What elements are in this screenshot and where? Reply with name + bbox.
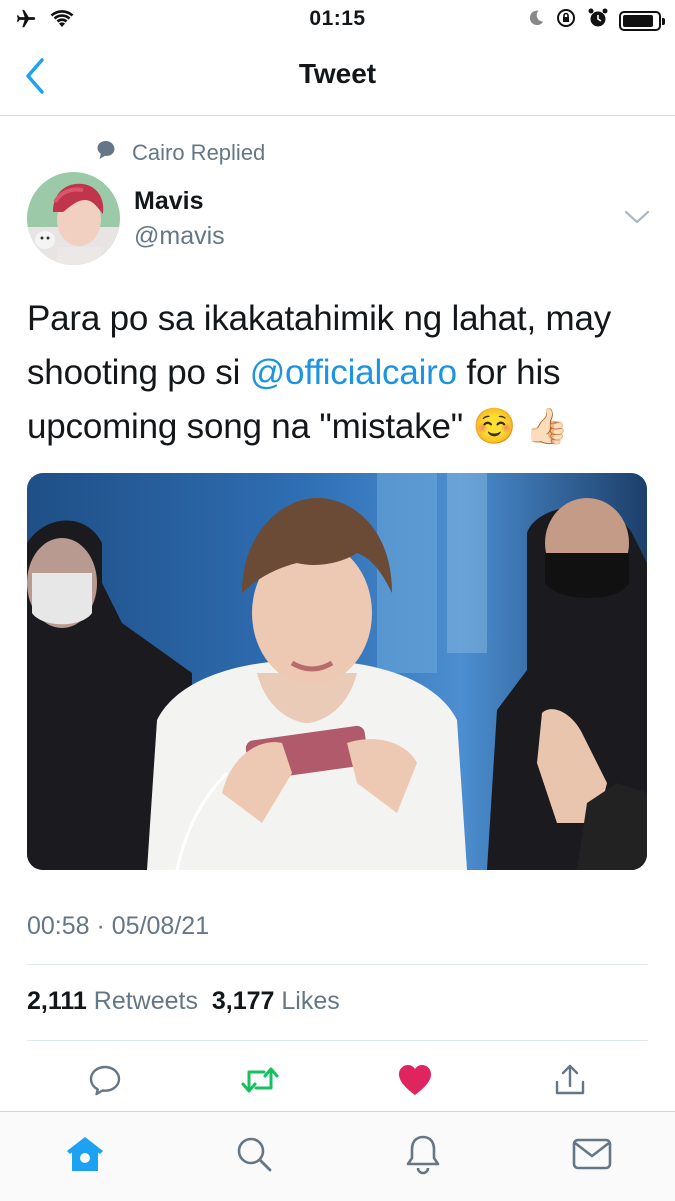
home-icon [67, 1137, 103, 1171]
tab-messages[interactable] [570, 1132, 614, 1176]
tab-home[interactable] [63, 1132, 107, 1176]
divider [27, 964, 648, 965]
divider [27, 1040, 648, 1041]
retweet-icon [241, 1067, 279, 1093]
chevron-down-icon [624, 210, 650, 224]
likes-count: 3,177 [211, 987, 275, 1015]
share-button[interactable] [550, 1060, 590, 1100]
like-icon [399, 1065, 431, 1095]
status-bar: 01:15 [0, 0, 675, 40]
messages-icon [572, 1138, 612, 1170]
social-context[interactable]: Cairo Replied [94, 138, 265, 167]
like-button[interactable] [395, 1060, 435, 1100]
avatar[interactable] [27, 172, 120, 265]
tab-notifications[interactable] [401, 1132, 445, 1176]
share-icon [555, 1064, 585, 1095]
tab-bar [0, 1111, 675, 1201]
retweets-label: Retweets [93, 987, 198, 1015]
notifications-icon [406, 1135, 440, 1175]
tweet-photo[interactable] [27, 473, 647, 870]
engagement-stats: 2,111 Retweets 3,177 Likes [27, 987, 340, 1016]
search-icon [237, 1137, 272, 1172]
speech-bubble-icon [94, 138, 118, 167]
page-title: Tweet [298, 58, 377, 89]
tweet-text: Para po sa ikakatahimik ng lahat, may sh… [27, 292, 652, 454]
battery-icon [619, 10, 665, 31]
author-handle[interactable]: @mavis [134, 222, 225, 251]
likes-stat[interactable]: 3,177 Likes [212, 987, 340, 1015]
navigation-bar: Tweet [0, 40, 675, 116]
retweet-button[interactable] [240, 1060, 280, 1100]
reply-button[interactable] [85, 1060, 125, 1100]
orientation-lock-icon [555, 7, 577, 34]
likes-label: Likes [281, 987, 340, 1015]
reply-icon [89, 1065, 121, 1096]
replied-label: Cairo Replied [132, 139, 266, 165]
retweets-stat[interactable]: 2,111 Retweets [27, 987, 198, 1015]
status-right [527, 7, 665, 34]
mention-link[interactable]: @officialcairo [250, 353, 457, 392]
alarm-icon [587, 7, 609, 34]
retweets-count: 2,111 [27, 987, 87, 1015]
moon-icon [527, 9, 545, 32]
more-options-button[interactable] [622, 207, 652, 229]
author-name[interactable]: Mavis [134, 187, 203, 216]
tweet-timestamp: 00:58 · 05/08/21 [27, 912, 210, 940]
tab-search[interactable] [232, 1132, 276, 1176]
